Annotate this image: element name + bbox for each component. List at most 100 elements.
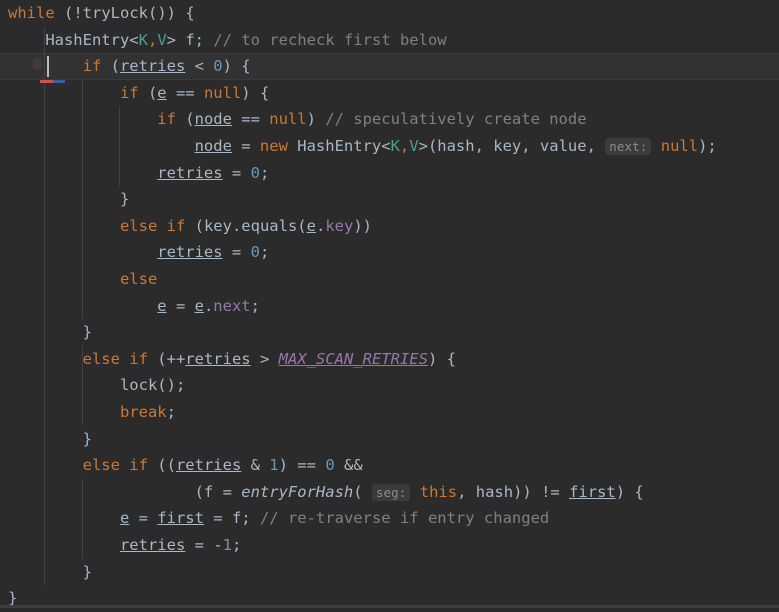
code-token: )) [353, 216, 372, 235]
code-token: ) { [222, 57, 251, 76]
code-token: && [334, 456, 363, 475]
code-token: ) == [278, 456, 326, 475]
code-token: (f = [194, 482, 242, 501]
code-token: == [231, 110, 270, 129]
code-token: lock(); [119, 376, 186, 395]
code-token: 1 [222, 536, 232, 554]
code-token: = [166, 296, 195, 315]
selection-marker [53, 80, 65, 83]
code-token: // to recheck first below [213, 30, 447, 49]
text-caret [47, 56, 49, 77]
code-line[interactable]: e = first = f; // re-traverse if entry c… [120, 505, 549, 532]
code-token: V [409, 137, 419, 155]
code-line[interactable]: node = new HashEntry<K,V>(hash, key, val… [195, 133, 717, 160]
code-token: = [129, 509, 158, 528]
code-token: // speculatively create node [325, 110, 587, 129]
code-token: , hash)) != [457, 482, 570, 501]
code-line[interactable]: if (node == null) // speculatively creat… [157, 106, 586, 133]
code-line[interactable]: break; [120, 399, 176, 426]
code-line[interactable]: } [120, 186, 129, 213]
code-line[interactable]: if (retries < 0) { [83, 53, 251, 80]
code-line[interactable]: } [83, 426, 92, 453]
code-token: ; [259, 243, 270, 262]
code-token: ( [175, 110, 195, 129]
parameter-hint: next: [605, 138, 652, 155]
code-line[interactable]: retries = 0; [157, 239, 269, 266]
code-token: , [147, 30, 158, 49]
code-token: >(hash, key, value, [418, 137, 606, 155]
code-editor[interactable]: while (!tryLock()) {HashEntry<K,V> f; //… [0, 0, 779, 608]
code-token: } [119, 190, 130, 209]
code-token: = [185, 536, 214, 554]
code-token: } [82, 323, 92, 342]
code-token: . [315, 216, 326, 235]
code-line[interactable]: HashEntry<K,V> f; // to recheck first be… [45, 27, 446, 54]
code-line[interactable]: retries = -1; [120, 532, 241, 559]
code-token: (++ [147, 349, 186, 368]
code-token: e [119, 509, 130, 528]
fold-marker-icon [33, 58, 42, 69]
code-token: 0 [250, 163, 260, 182]
code-token: 1 [269, 456, 279, 475]
code-token: - [213, 536, 223, 554]
code-token: entryForHash [241, 482, 354, 501]
code-token: , [399, 137, 410, 155]
code-token: = f; [203, 509, 260, 528]
code-token: > f; [166, 30, 214, 49]
code-token: (key.equals( [185, 216, 307, 235]
code-token: ) { [427, 349, 456, 368]
code-token: next [213, 296, 251, 315]
code-token: // re-traverse if entry changed [259, 509, 550, 528]
code-token: while [8, 4, 55, 22]
code-token: HashEntry< [287, 137, 391, 155]
code-token: retries [157, 243, 223, 262]
code-token: node [194, 110, 232, 129]
code-token: . [203, 296, 214, 315]
code-token: null [203, 83, 242, 102]
code-token: = [222, 243, 251, 262]
code-line[interactable]: } [83, 319, 92, 346]
code-token: null [269, 110, 307, 129]
code-token: if [119, 83, 139, 102]
code-line[interactable]: else if (++retries > MAX_SCAN_RETRIES) { [83, 346, 456, 373]
code-line[interactable]: retries = 0; [157, 160, 269, 187]
code-token: e [194, 296, 204, 315]
code-token: = [231, 137, 260, 155]
code-token: K [390, 137, 400, 155]
code-line[interactable]: else [120, 266, 157, 293]
code-token: ( [138, 83, 158, 102]
code-token: if [166, 216, 186, 235]
code-token: K [138, 30, 148, 49]
code-line[interactable]: e = e.next; [157, 293, 260, 320]
code-token: break [119, 403, 167, 421]
code-token: if [129, 456, 148, 475]
code-text[interactable]: while (!tryLock()) {HashEntry<K,V> f; //… [0, 0, 779, 608]
code-line[interactable]: lock(); [120, 372, 185, 399]
code-token: else [82, 349, 120, 368]
code-line[interactable]: else if (key.equals(e.key)) [120, 213, 372, 240]
code-token: node [194, 137, 232, 155]
code-token: new [259, 137, 288, 155]
code-token: ) [306, 110, 326, 129]
code-token: else [119, 270, 158, 288]
code-line[interactable]: while (!tryLock()) { [8, 0, 195, 27]
code-token: first [569, 482, 616, 501]
code-line[interactable]: else if ((retries & 1) == 0 && [83, 452, 363, 479]
code-token: if [157, 110, 176, 129]
error-stripe-marker [40, 80, 53, 83]
code-token: < [185, 57, 214, 76]
code-token: if [129, 349, 148, 368]
code-token: first [157, 509, 204, 528]
code-line[interactable]: (f = entryForHash( seg: this, hash)) != … [195, 479, 644, 506]
code-line[interactable]: } [83, 559, 92, 586]
code-token: retries [185, 349, 251, 368]
code-token: (( [147, 456, 176, 475]
code-token: else [82, 456, 120, 475]
code-token: 0 [325, 456, 335, 475]
code-line[interactable]: if (e == null) { [120, 80, 269, 107]
code-token: retries [119, 57, 186, 76]
